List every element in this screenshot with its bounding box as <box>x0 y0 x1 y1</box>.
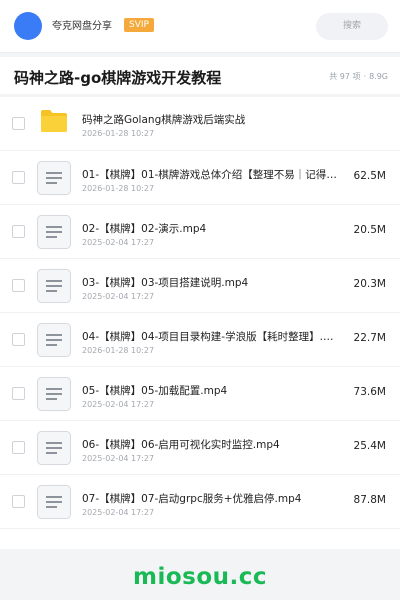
file-date: 2025-02-04 17:27 <box>82 454 155 463</box>
folder-date: 2026-01-28 10:27 <box>82 129 155 138</box>
watermark-text: miosou.cc <box>132 564 268 590</box>
file-list: 码神之路Golang棋牌游戏后端实战 2026-01-28 10:27 01-【… <box>0 97 400 549</box>
page-title: 码神之路-go棋牌游戏开发教程 <box>14 69 222 87</box>
folder-name: 码神之路Golang棋牌游戏后端实战 <box>82 114 246 126</box>
file-name: 07-【棋牌】07-启动grpc服务+优雅启停.mp4 <box>82 493 302 505</box>
document-icon <box>37 377 71 411</box>
file-row[interactable]: 01-【棋牌】01-棋牌游戏总体介绍【整理不易｜记得关注】.mp4 2026-0… <box>0 151 400 205</box>
document-icon <box>37 431 71 465</box>
row-checkbox[interactable] <box>12 441 25 454</box>
document-icon <box>37 161 71 195</box>
file-row[interactable]: 04-【棋牌】04-项目目录构建-学浪版【耗时整理】.mp4 2026-01-2… <box>0 313 400 367</box>
file-row[interactable]: 07-【棋牌】07-启动grpc服务+优雅启停.mp4 2025-02-04 1… <box>0 475 400 529</box>
document-icon <box>37 215 71 249</box>
row-checkbox[interactable] <box>12 279 25 292</box>
row-checkbox[interactable] <box>12 171 25 184</box>
row-checkbox[interactable] <box>12 225 25 238</box>
file-date: 2025-02-04 17:27 <box>82 292 155 301</box>
search-button[interactable]: 搜索 <box>316 13 388 40</box>
file-name: 03-【棋牌】03-项目搭建说明.mp4 <box>82 277 249 289</box>
folder-icon <box>41 110 67 132</box>
title-bar: 码神之路-go棋牌游戏开发教程 共 97 项 · 8.9G <box>0 57 400 94</box>
total-size: 8.9G <box>369 72 388 81</box>
file-name: 01-【棋牌】01-棋牌游戏总体介绍【整理不易｜记得关注】.mp4 <box>82 169 337 181</box>
meta-separator: · <box>363 72 367 81</box>
file-size: 25.4M <box>353 440 386 452</box>
avatar[interactable] <box>14 12 42 40</box>
share-meta: 共 97 项 · 8.9G <box>329 71 388 82</box>
file-size: 62.5M <box>353 170 386 182</box>
file-name: 06-【棋牌】06-启用可视化实时监控.mp4 <box>82 439 280 451</box>
svip-badge: SVIP <box>124 18 154 32</box>
file-row[interactable]: 05-【棋牌】05-加载配置.mp4 2025-02-04 17:27 73.6… <box>0 367 400 421</box>
file-row[interactable]: 02-【棋牌】02-演示.mp4 2025-02-04 17:27 20.5M <box>0 205 400 259</box>
file-date: 2025-02-04 17:27 <box>82 508 155 517</box>
header: 夸克网盘分享 SVIP 搜索 <box>0 0 400 53</box>
file-size: 22.7M <box>353 332 386 344</box>
file-size: 87.8M <box>353 494 386 506</box>
file-row[interactable]: 06-【棋牌】06-启用可视化实时监控.mp4 2025-02-04 17:27… <box>0 421 400 475</box>
row-checkbox[interactable] <box>12 495 25 508</box>
file-size: 73.6M <box>353 386 386 398</box>
user-name[interactable]: 夸克网盘分享 <box>52 17 112 32</box>
folder-row[interactable]: 码神之路Golang棋牌游戏后端实战 2026-01-28 10:27 <box>0 97 400 151</box>
row-checkbox[interactable] <box>12 333 25 346</box>
file-date: 2026-01-28 10:27 <box>82 346 155 355</box>
document-icon <box>37 269 71 303</box>
file-name: 02-【棋牌】02-演示.mp4 <box>82 223 207 235</box>
file-date: 2026-01-28 10:27 <box>82 184 155 193</box>
file-row[interactable]: 03-【棋牌】03-项目搭建说明.mp4 2025-02-04 17:27 20… <box>0 259 400 313</box>
file-name: 05-【棋牌】05-加载配置.mp4 <box>82 385 228 397</box>
item-count: 共 97 项 <box>329 72 361 81</box>
file-name: 04-【棋牌】04-项目目录构建-学浪版【耗时整理】.mp4 <box>82 331 337 343</box>
document-icon <box>37 485 71 519</box>
file-date: 2025-02-04 17:27 <box>82 400 155 409</box>
document-icon <box>37 323 71 357</box>
row-checkbox[interactable] <box>12 387 25 400</box>
file-size: 20.5M <box>353 224 386 236</box>
file-date: 2025-02-04 17:27 <box>82 238 155 247</box>
file-size: 20.3M <box>353 278 386 290</box>
row-checkbox[interactable] <box>12 117 25 130</box>
